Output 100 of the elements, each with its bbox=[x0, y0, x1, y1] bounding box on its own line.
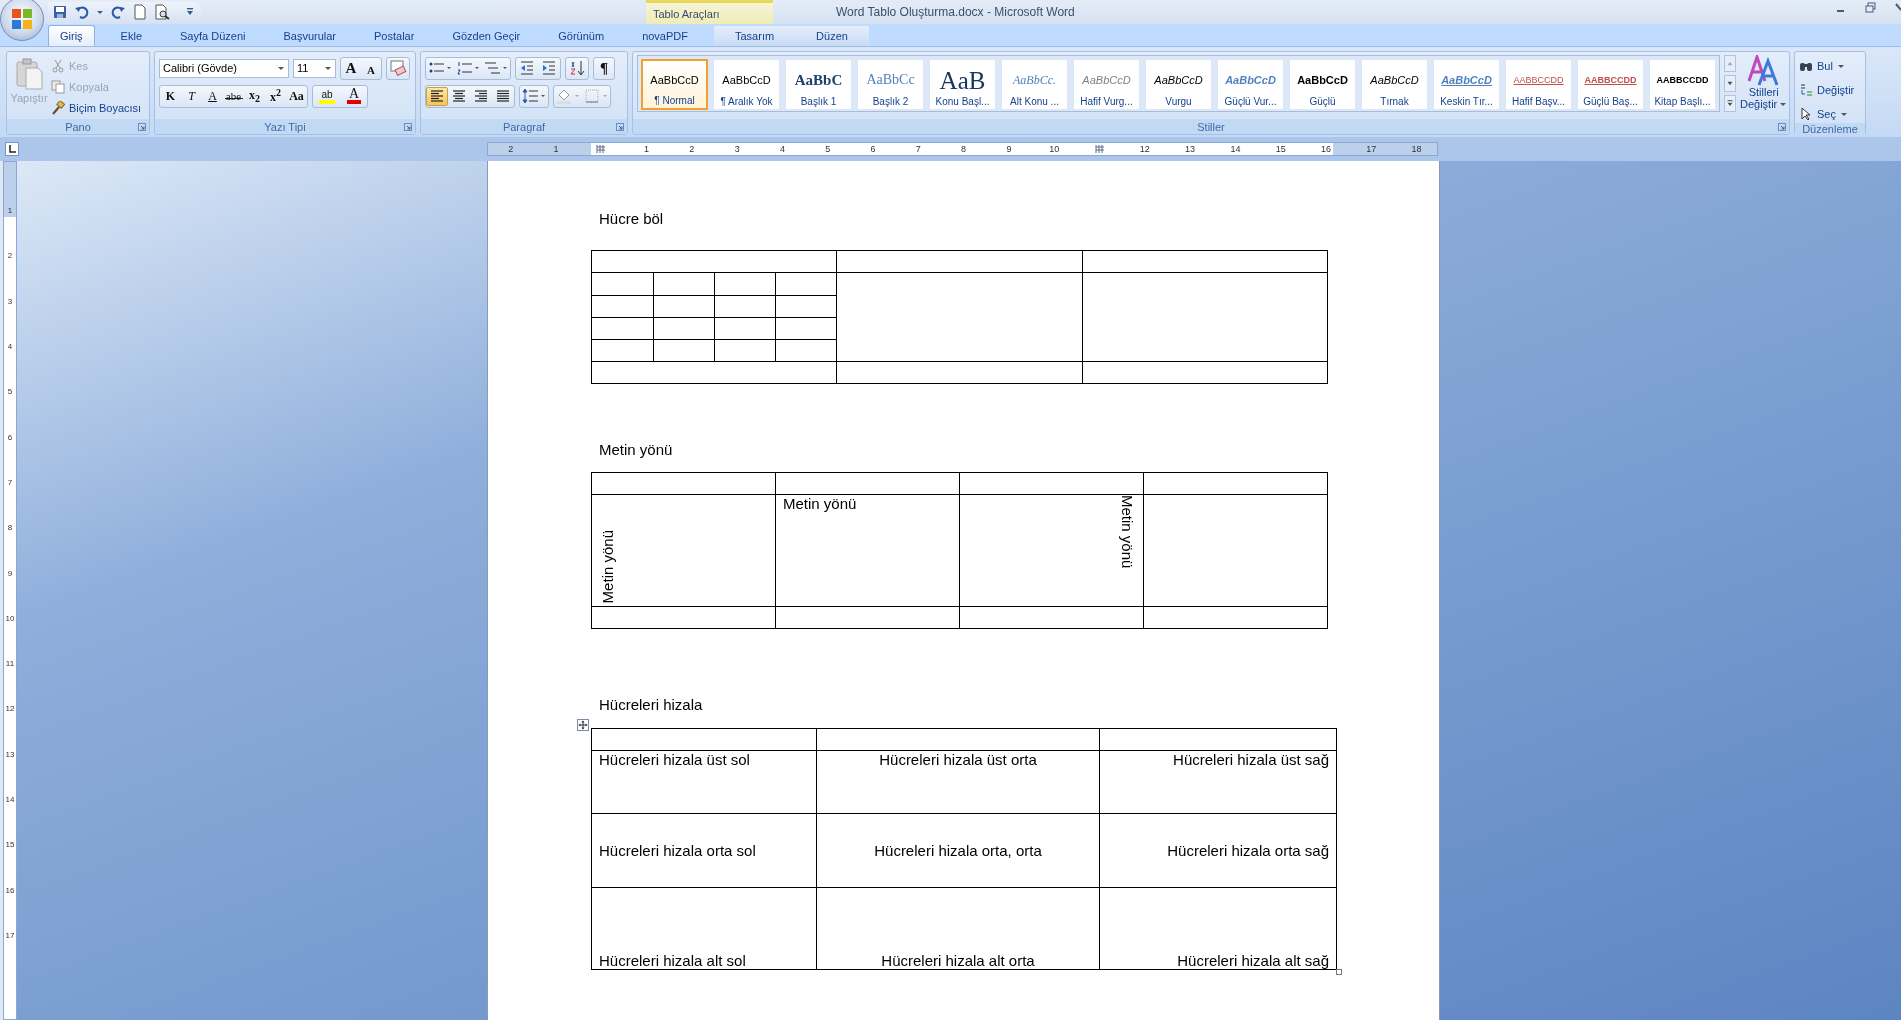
ruler-number: 10 bbox=[1049, 144, 1060, 154]
ribbon-tab[interactable]: Gözden Geçir bbox=[440, 25, 533, 46]
style-item[interactable]: AaBbCcD Keskin Tır... bbox=[1433, 59, 1500, 110]
redo-icon[interactable] bbox=[110, 4, 126, 20]
clipboard-item[interactable]: Biçim Boyacısı bbox=[51, 99, 142, 117]
style-item[interactable]: AaB Konu Başl... bbox=[929, 59, 996, 110]
style-item[interactable]: AaBbCcD Hafif Vurg... bbox=[1073, 59, 1140, 110]
editing-item[interactable]: Bul bbox=[1799, 57, 1861, 75]
editing-item[interactable]: Seç bbox=[1799, 105, 1861, 123]
ruler-number: 17 bbox=[5, 930, 15, 940]
copy-icon bbox=[51, 80, 65, 94]
format-button[interactable]: Aa bbox=[286, 86, 307, 106]
horizontal-ruler[interactable]: 2 1 1 2 3 4 5 6 7 8 9 10 12 13 14 15 16 17 18 bbox=[487, 142, 1438, 156]
ruler-number: 17 bbox=[1366, 144, 1377, 154]
clear-formatting-icon[interactable] bbox=[389, 60, 407, 76]
caret-icon[interactable] bbox=[96, 8, 104, 16]
dialog-launcher-icon[interactable] bbox=[404, 122, 412, 131]
caret-icon bbox=[1839, 110, 1848, 118]
style-item[interactable]: AaBbCcD Güçlü bbox=[1289, 59, 1356, 110]
replace-icon bbox=[1799, 83, 1813, 97]
dialog-launcher-icon[interactable] bbox=[616, 122, 624, 131]
shading-icon[interactable] bbox=[556, 88, 580, 104]
ruler-number: 13 bbox=[5, 749, 15, 759]
table-cell bbox=[653, 295, 715, 317]
dialog-launcher-icon[interactable] bbox=[1778, 122, 1786, 131]
table-move-handle-icon[interactable] bbox=[577, 719, 589, 731]
sort-icon[interactable] bbox=[568, 60, 586, 76]
format-button[interactable]: T bbox=[181, 86, 202, 106]
align-left-icon bbox=[429, 89, 445, 103]
caret-icon[interactable] bbox=[324, 64, 332, 72]
letters-a-icon bbox=[1746, 55, 1781, 87]
paintbrush-icon bbox=[51, 101, 65, 115]
font-size-field[interactable]: 11 bbox=[293, 58, 336, 78]
table-cell: Hücreleri hizala orta, orta bbox=[816, 813, 1100, 888]
group-label: Paragraf bbox=[502, 120, 546, 133]
format-button[interactable]: x$^{2}$ bbox=[265, 86, 286, 106]
table-cell bbox=[714, 295, 776, 317]
caret-icon[interactable] bbox=[277, 64, 285, 72]
group-label: Yazı Tipi bbox=[264, 120, 306, 133]
undo-icon[interactable] bbox=[74, 4, 90, 20]
tab-selector-icon[interactable] bbox=[5, 142, 19, 156]
line-spacing-icon[interactable] bbox=[522, 88, 546, 104]
customize-caret-icon[interactable] bbox=[186, 7, 194, 17]
style-item[interactable]: AaBbCcD Vurgu bbox=[1145, 59, 1212, 110]
highlight-button[interactable]: ab bbox=[319, 88, 335, 104]
ruler-number: 3 bbox=[734, 144, 740, 154]
dialog-launcher-icon[interactable] bbox=[138, 122, 146, 131]
new-document-icon[interactable] bbox=[132, 4, 148, 20]
document-heading: Hücreleri hizala bbox=[598, 695, 704, 715]
style-item[interactable]: AaBbCcD ¶ Normal bbox=[641, 59, 708, 110]
font-family-field[interactable]: Calibri (Gövde) bbox=[159, 58, 289, 78]
print-preview-icon[interactable] bbox=[154, 4, 170, 20]
scissors-icon bbox=[51, 59, 65, 73]
style-item[interactable]: AaBbCc Başlık 2 bbox=[857, 59, 924, 110]
style-item[interactable]: AaBbCcD Güçlü Vur... bbox=[1217, 59, 1284, 110]
ribbon-tab[interactable]: Tasarım bbox=[714, 25, 796, 46]
table-cell bbox=[653, 317, 715, 339]
decrease-indent-icon[interactable] bbox=[518, 60, 536, 76]
style-item[interactable]: AaBbCcD ¶ Aralık Yok bbox=[713, 59, 780, 110]
caret-icon bbox=[1836, 62, 1845, 70]
style-item[interactable]: AABBCCDD Hafif Başv... bbox=[1505, 59, 1572, 110]
table-resize-handle-icon[interactable] bbox=[1336, 969, 1342, 975]
more-styles-icon[interactable] bbox=[1724, 95, 1736, 112]
ribbon-tab[interactable]: Postalar bbox=[362, 25, 427, 46]
change-styles-button[interactable]: Stilleri Değiştir bbox=[1740, 55, 1788, 119]
style-item[interactable]: AaBbC Başlık 1 bbox=[785, 59, 852, 110]
increase-indent-icon[interactable] bbox=[540, 60, 558, 76]
cell-text: Metin yönü bbox=[599, 529, 616, 603]
ribbon-tab[interactable]: Sayfa Düzeni bbox=[168, 25, 258, 46]
grow-font-button[interactable]: A bbox=[341, 58, 361, 78]
scroll-down-icon[interactable] bbox=[1724, 75, 1736, 92]
ribbon-tab[interactable]: novaPDF bbox=[630, 25, 700, 46]
show-formatting-button[interactable]: ¶ bbox=[594, 58, 614, 78]
format-button[interactable]: A bbox=[202, 86, 223, 106]
multilevel-list-icon[interactable] bbox=[484, 60, 508, 76]
editing-item[interactable]: Değiştir bbox=[1799, 81, 1861, 99]
style-item[interactable]: AaBbCc. Alt Konu ... bbox=[1001, 59, 1068, 110]
restore-icon[interactable] bbox=[1865, 2, 1877, 14]
ribbon-tab[interactable]: Düzen bbox=[795, 25, 869, 46]
style-item[interactable]: AABBCCDD Güçlü Baş... bbox=[1577, 59, 1644, 110]
ruler-number: 5 bbox=[7, 387, 13, 397]
align-button[interactable] bbox=[426, 86, 448, 106]
ribbon-tab[interactable]: Görünüm bbox=[546, 25, 617, 46]
vertical-ruler[interactable]: 1 2 3 4 5 6 7 8 9 10 11 12 13 14 15 16 17 bbox=[3, 161, 17, 1020]
format-button[interactable]: x$_{2}$ bbox=[244, 86, 265, 106]
shrink-font-button[interactable]: A bbox=[361, 58, 381, 78]
font-color-button[interactable]: A bbox=[347, 88, 362, 104]
ribbon-tab[interactable]: Giriş bbox=[48, 25, 95, 46]
column-marker-icon[interactable] bbox=[1094, 144, 1105, 154]
ruler-number: 9 bbox=[7, 568, 13, 578]
table-cell: Hücreleri hizala üst orta bbox=[816, 750, 1100, 814]
style-item[interactable]: AaBbCcD Tırnak bbox=[1361, 59, 1428, 110]
ribbon-tab[interactable]: Ekle bbox=[108, 25, 154, 46]
save-icon[interactable] bbox=[52, 4, 68, 20]
ribbon-tab[interactable]: Başvurular bbox=[271, 25, 349, 46]
column-marker-icon[interactable] bbox=[596, 144, 607, 154]
group-label: Pano bbox=[65, 120, 91, 133]
ruler-number: 8 bbox=[7, 523, 13, 533]
format-button[interactable]: K bbox=[160, 86, 181, 106]
style-item[interactable]: AABBCCDD Kitap Başlı... bbox=[1649, 59, 1716, 110]
